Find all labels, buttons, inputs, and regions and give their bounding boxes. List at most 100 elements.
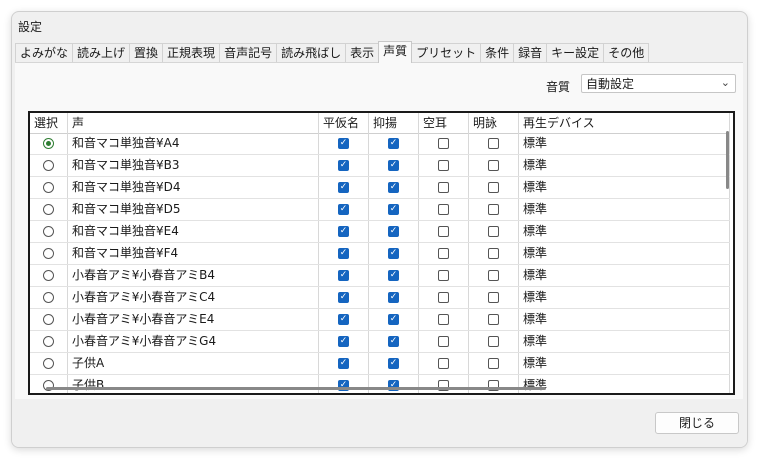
tab-12[interactable]: その他 (603, 43, 650, 62)
meiei-checkbox[interactable] (488, 314, 499, 325)
tab-3[interactable]: 正規表現 (162, 43, 221, 62)
header-col-meiei[interactable]: 明詠 (469, 113, 519, 133)
select-radio[interactable] (43, 336, 54, 347)
meiei-checkbox[interactable] (488, 248, 499, 259)
tab-11[interactable]: キー設定 (546, 43, 605, 62)
table-row[interactable]: 和音マコ単独音¥B3 ✓ ✓ 標準 (30, 155, 730, 177)
soramimi-checkbox[interactable] (438, 336, 449, 347)
soramimi-checkbox[interactable] (438, 160, 449, 171)
hiragana-checkbox[interactable]: ✓ (338, 248, 349, 259)
cell-device[interactable]: 標準 (519, 243, 730, 264)
soramimi-checkbox[interactable] (438, 358, 449, 369)
table-row[interactable]: 小春音アミ¥小春音アミC4 ✓ ✓ 標準 (30, 287, 730, 309)
tab-4[interactable]: 音声記号 (219, 43, 278, 62)
header-col-select[interactable]: 選択 (30, 113, 68, 133)
cell-device[interactable]: 標準 (519, 375, 730, 393)
intonation-checkbox[interactable]: ✓ (388, 336, 399, 347)
tab-0[interactable]: よみがな (15, 43, 74, 62)
meiei-checkbox[interactable] (488, 138, 499, 149)
select-radio[interactable] (43, 314, 54, 325)
horizontal-scrollbar[interactable] (46, 387, 546, 390)
table-row[interactable]: 和音マコ単独音¥D4 ✓ ✓ 標準 (30, 177, 730, 199)
cell-device[interactable]: 標準 (519, 331, 730, 352)
tab-8[interactable]: プリセット (411, 43, 482, 62)
header-col-device[interactable]: 再生デバイス (519, 113, 730, 133)
hiragana-checkbox[interactable]: ✓ (338, 358, 349, 369)
soramimi-checkbox[interactable] (438, 248, 449, 259)
select-radio[interactable] (43, 248, 54, 259)
header-col-voice[interactable]: 声 (68, 113, 319, 133)
intonation-checkbox[interactable]: ✓ (388, 160, 399, 171)
meiei-checkbox[interactable] (488, 270, 499, 281)
cell-device[interactable]: 標準 (519, 177, 730, 198)
header-col-hiragana[interactable]: 平仮名 (319, 113, 369, 133)
intonation-checkbox[interactable]: ✓ (388, 226, 399, 237)
soramimi-checkbox[interactable] (438, 270, 449, 281)
hiragana-checkbox[interactable]: ✓ (338, 314, 349, 325)
hiragana-checkbox[interactable]: ✓ (338, 270, 349, 281)
header-col-intonation[interactable]: 抑揚 (369, 113, 419, 133)
cell-device[interactable]: 標準 (519, 221, 730, 242)
select-radio[interactable] (43, 204, 54, 215)
select-radio[interactable] (43, 270, 54, 281)
quality-select[interactable]: 自動設定 ⌄ (581, 74, 736, 93)
intonation-checkbox[interactable]: ✓ (388, 270, 399, 281)
hiragana-checkbox[interactable]: ✓ (338, 138, 349, 149)
table-row[interactable]: 小春音アミ¥小春音アミE4 ✓ ✓ 標準 (30, 309, 730, 331)
cell-device[interactable]: 標準 (519, 353, 730, 374)
hiragana-checkbox[interactable]: ✓ (338, 292, 349, 303)
intonation-checkbox[interactable]: ✓ (388, 292, 399, 303)
hiragana-checkbox[interactable]: ✓ (338, 160, 349, 171)
meiei-checkbox[interactable] (488, 182, 499, 193)
close-button[interactable]: 閉じる (655, 412, 739, 434)
tab-7[interactable]: 声質 (378, 41, 413, 63)
soramimi-checkbox[interactable] (438, 182, 449, 193)
tab-9[interactable]: 条件 (480, 43, 515, 62)
hiragana-checkbox[interactable]: ✓ (338, 182, 349, 193)
meiei-checkbox[interactable] (488, 336, 499, 347)
intonation-checkbox[interactable]: ✓ (388, 358, 399, 369)
table-row[interactable]: 和音マコ単独音¥D5 ✓ ✓ 標準 (30, 199, 730, 221)
select-radio[interactable] (43, 292, 54, 303)
soramimi-checkbox[interactable] (438, 314, 449, 325)
select-radio[interactable] (43, 358, 54, 369)
meiei-checkbox[interactable] (488, 204, 499, 215)
select-radio[interactable] (43, 226, 54, 237)
tab-1[interactable]: 読み上げ (72, 43, 131, 62)
table-row[interactable]: 小春音アミ¥小春音アミB4 ✓ ✓ 標準 (30, 265, 730, 287)
tab-6[interactable]: 表示 (345, 43, 380, 62)
intonation-checkbox[interactable]: ✓ (388, 314, 399, 325)
soramimi-checkbox[interactable] (438, 292, 449, 303)
cell-device[interactable]: 標準 (519, 199, 730, 220)
cell-device[interactable]: 標準 (519, 287, 730, 308)
tab-10[interactable]: 録音 (513, 43, 548, 62)
table-row[interactable]: 子供B ✓ ✓ 標準 (30, 375, 730, 393)
select-radio[interactable] (43, 160, 54, 171)
cell-device[interactable]: 標準 (519, 155, 730, 176)
intonation-checkbox[interactable]: ✓ (388, 204, 399, 215)
soramimi-checkbox[interactable] (438, 226, 449, 237)
table-row[interactable]: 和音マコ単独音¥F4 ✓ ✓ 標準 (30, 243, 730, 265)
meiei-checkbox[interactable] (488, 226, 499, 237)
header-col-soramimi[interactable]: 空耳 (419, 113, 469, 133)
hiragana-checkbox[interactable]: ✓ (338, 204, 349, 215)
select-radio[interactable] (43, 138, 54, 149)
tab-5[interactable]: 読み飛ばし (276, 43, 347, 62)
table-row[interactable]: 小春音アミ¥小春音アミG4 ✓ ✓ 標準 (30, 331, 730, 353)
intonation-checkbox[interactable]: ✓ (388, 182, 399, 193)
table-row[interactable]: 和音マコ単独音¥A4 ✓ ✓ 標準 (30, 133, 730, 155)
cell-device[interactable]: 標準 (519, 309, 730, 330)
intonation-checkbox[interactable]: ✓ (388, 138, 399, 149)
intonation-checkbox[interactable]: ✓ (388, 248, 399, 259)
table-row[interactable]: 子供A ✓ ✓ 標準 (30, 353, 730, 375)
cell-device[interactable]: 標準 (519, 265, 730, 286)
select-radio[interactable] (43, 182, 54, 193)
hiragana-checkbox[interactable]: ✓ (338, 336, 349, 347)
hiragana-checkbox[interactable]: ✓ (338, 226, 349, 237)
meiei-checkbox[interactable] (488, 160, 499, 171)
meiei-checkbox[interactable] (488, 358, 499, 369)
soramimi-checkbox[interactable] (438, 204, 449, 215)
meiei-checkbox[interactable] (488, 292, 499, 303)
vertical-scrollbar[interactable] (726, 131, 729, 189)
table-row[interactable]: 和音マコ単独音¥E4 ✓ ✓ 標準 (30, 221, 730, 243)
